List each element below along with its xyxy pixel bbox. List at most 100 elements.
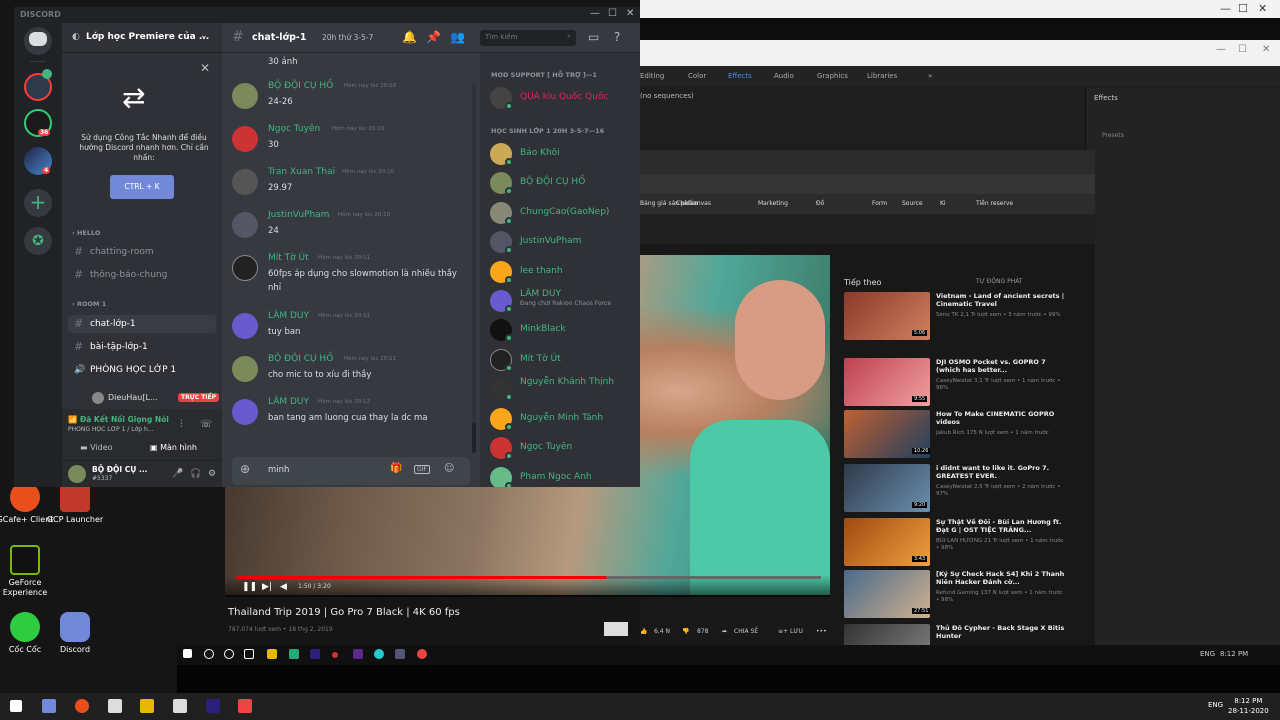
desktop-icon-gcp[interactable]: GCP Launcher (45, 482, 105, 525)
avatar[interactable] (232, 83, 258, 109)
member-item[interactable]: Mít Tờ Út (490, 345, 640, 373)
browser-icon[interactable] (374, 649, 384, 659)
attach-plus-icon[interactable]: ⊕ (240, 462, 250, 476)
file-explorer-icon[interactable] (267, 649, 277, 659)
windows-icon[interactable] (183, 649, 192, 658)
avatar[interactable] (232, 313, 258, 339)
discord-taskbar-icon[interactable] (42, 699, 56, 713)
headphones-icon[interactable]: 🎧 (190, 469, 201, 479)
clock[interactable]: 8:12 PM 28-11-2020 (1228, 696, 1269, 716)
category-hello[interactable]: › HELLO (72, 229, 100, 237)
premiere-icon[interactable] (206, 699, 220, 713)
pin-icon[interactable]: 📌 (426, 30, 441, 44)
avatar[interactable] (232, 255, 258, 281)
more-icon[interactable]: ••• (816, 628, 827, 635)
search-input[interactable]: Tìm kiếm ⌕ (480, 30, 576, 46)
bell-icon[interactable]: 🔔 (402, 30, 417, 44)
member-item[interactable]: Nguyễn Minh Tánh (490, 404, 640, 432)
record-icon[interactable] (417, 649, 427, 659)
video-button[interactable]: ▬ Video (80, 443, 113, 452)
message-author[interactable]: Ngọc Tuyên (268, 124, 320, 134)
share-button[interactable]: CHIA SẺ (734, 628, 758, 635)
voice-channel-path[interactable]: PHÒNG HỌC LỚP 1 / Lớp h... (68, 426, 174, 433)
emoji-icon[interactable]: ☺ (444, 463, 454, 474)
video-list-item[interactable]: Sự Thật Về Đôi - Bùi Lan Hương ft. Đạt G… (844, 518, 1084, 566)
gif-button[interactable]: GIF (414, 465, 430, 474)
maximize-icon[interactable]: ☐ (1238, 44, 1247, 55)
channel-thong-bao-chung[interactable]: # thông-báo-chung (68, 266, 216, 284)
minimize-icon[interactable]: — (1220, 2, 1231, 15)
workspace-color[interactable]: Color (688, 72, 706, 80)
message-author[interactable]: JustinVuPham (268, 210, 329, 220)
category-room-1[interactable]: › ROOM 1 (72, 300, 106, 308)
video-list-item[interactable]: DJI OSMO Pocket vs. GOPRO 7 (which has b… (844, 358, 1084, 406)
member-item[interactable]: QUÁ kìu Quốc Quốc (490, 83, 640, 111)
help-icon[interactable]: ? (614, 30, 620, 44)
app-icon[interactable] (238, 699, 252, 713)
video-list-item[interactable]: i didnt want to like it. GoPro 7. GREATE… (844, 464, 1084, 512)
premiere-icon[interactable] (310, 649, 320, 659)
avatar[interactable] (232, 356, 258, 382)
workspace-graphics[interactable]: Graphics (817, 72, 848, 80)
member-item[interactable]: JustinVuPham (490, 227, 640, 255)
message-input-value[interactable]: minh (268, 465, 289, 475)
aftereffects-icon[interactable] (353, 649, 363, 659)
member-item[interactable]: lee thanh (490, 257, 640, 285)
home-button[interactable] (24, 27, 52, 55)
task-view-icon[interactable] (244, 649, 254, 659)
video-progress-bar[interactable] (236, 576, 821, 579)
add-server-icon[interactable]: + (24, 189, 52, 217)
message-author[interactable]: LÂM DUY (268, 311, 309, 321)
member-item[interactable]: Pham Ngoc Anh (490, 463, 640, 487)
close-icon[interactable]: ✕ (626, 8, 634, 19)
bookmark[interactable]: Marketing (758, 200, 788, 207)
disconnect-icon[interactable]: ☏ (200, 419, 213, 430)
video-list-item[interactable]: [Ký Sự Check Hack S4] Khi 2 Thanh Niên H… (844, 570, 1084, 618)
save-button[interactable]: LƯU (790, 628, 803, 635)
miniplayer-icon[interactable] (604, 622, 628, 636)
next-icon[interactable]: ▶| (262, 582, 272, 592)
gcafe-taskbar-icon[interactable] (75, 699, 89, 713)
scrollbar-thumb[interactable] (472, 423, 476, 453)
document-icon[interactable] (173, 699, 187, 713)
message-author[interactable]: LÂM DUY (268, 397, 309, 407)
minimize-icon[interactable]: — (1216, 44, 1226, 55)
member-item[interactable]: LÂM DUY Đang chơi Rakion Chaos Force (490, 286, 640, 314)
channel-chat-lop-1[interactable]: # chat-lớp-1 (68, 315, 216, 333)
member-item[interactable]: MinkBlack (490, 315, 640, 343)
bookmark[interactable]: Ki (940, 200, 946, 207)
cortana-icon[interactable] (224, 649, 234, 659)
workspace-audio[interactable]: Audio (774, 72, 794, 80)
mute-mic-icon[interactable]: 🎤 (172, 469, 183, 479)
more-workspaces-icon[interactable]: » (928, 72, 932, 80)
share-icon[interactable]: ➦ (722, 628, 727, 635)
close-icon[interactable]: ✕ (200, 61, 210, 75)
workspace-editing[interactable]: Editing (640, 72, 664, 80)
member-item[interactable]: Ngọc Tuyên (490, 433, 640, 461)
member-item[interactable]: Nguyễn Khánh Thịnh (490, 374, 640, 402)
gift-icon[interactable]: 🎁 (390, 463, 402, 474)
avatar[interactable] (232, 212, 258, 238)
maximize-icon[interactable]: ☐ (1238, 2, 1248, 15)
windows-start-icon[interactable] (10, 700, 22, 712)
close-icon[interactable]: ✕ (1262, 44, 1270, 55)
search-icon[interactable] (204, 649, 214, 659)
member-item[interactable]: BỘ ĐỘI CỤ HỒ (490, 168, 640, 196)
workspace-libraries[interactable]: Libraries (867, 72, 897, 80)
file-explorer-icon[interactable] (140, 699, 154, 713)
app-icon[interactable] (289, 649, 299, 659)
message-author[interactable]: BỘ ĐỘI CỤ HỒ (268, 354, 333, 364)
bookmark[interactable]: Form (872, 200, 887, 207)
channel-bai-tap-lop-1[interactable]: # bài-tập-lớp-1 (68, 338, 216, 356)
channel-chatting-room[interactable]: # chatting-room (68, 243, 216, 261)
ctrl-k-button[interactable]: CTRL + K (110, 175, 174, 199)
avatar[interactable] (232, 126, 258, 152)
avatar[interactable] (232, 169, 258, 195)
bookmark[interactable]: Đồ (816, 200, 824, 207)
desktop-icon-geforce[interactable]: GeForce Experience (0, 545, 55, 598)
members-icon[interactable]: 👥 (450, 30, 465, 44)
notepad-icon[interactable] (108, 699, 122, 713)
explore-icon[interactable]: ✪ (24, 227, 52, 255)
message-author[interactable]: Mít Tờ Út (268, 253, 309, 263)
up-next-item[interactable]: Vietnam - Land of ancient secrets | Cine… (844, 292, 1084, 340)
